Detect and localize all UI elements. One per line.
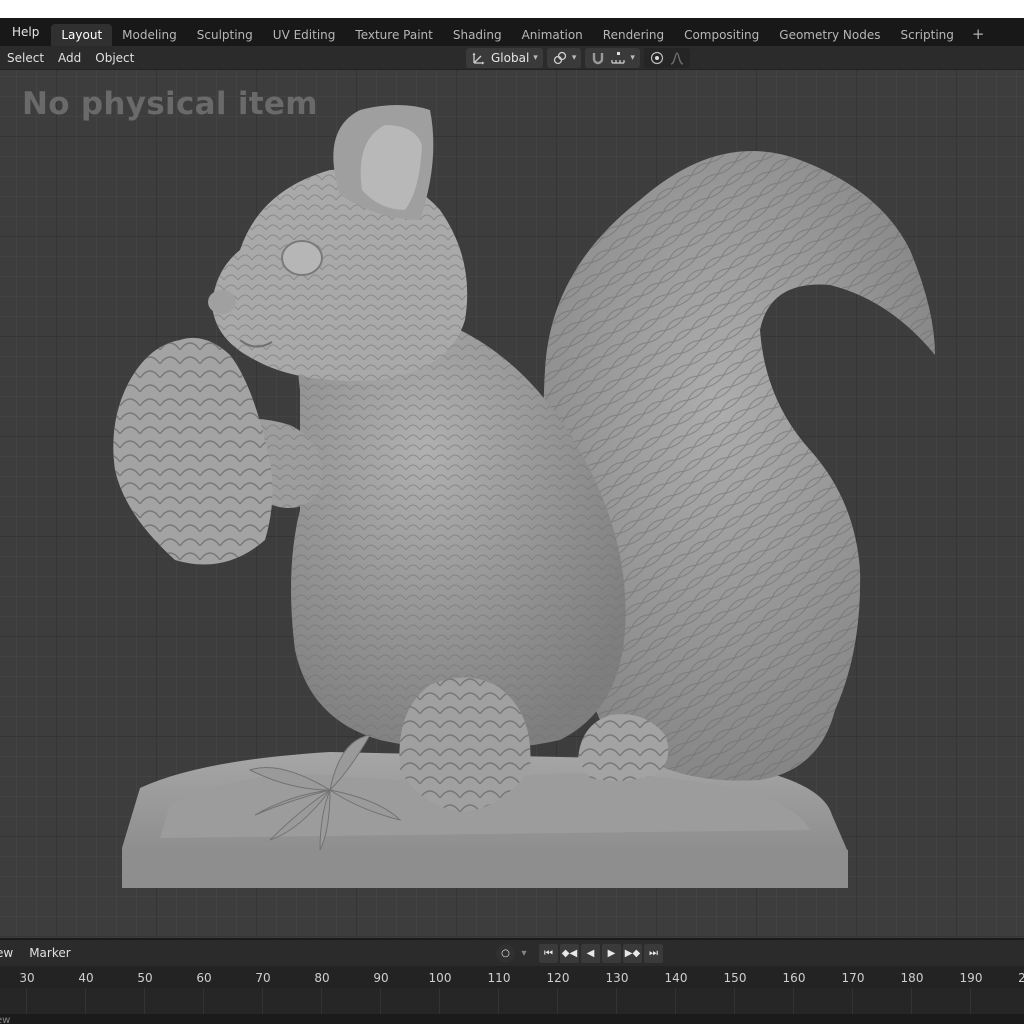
select-menu[interactable]: Select bbox=[0, 51, 51, 65]
frame-tick: 80 bbox=[314, 971, 330, 985]
frame-ruler[interactable]: 30 40 50 60 70 80 90 100 110 120 130 140… bbox=[0, 966, 1024, 988]
view-menu[interactable]: ew bbox=[0, 946, 21, 960]
help-menu[interactable]: Help bbox=[0, 18, 51, 46]
squirrel-sculpt-model bbox=[113, 105, 935, 888]
frame-tick: 60 bbox=[196, 971, 212, 985]
jump-to-start-button[interactable]: ⏮ bbox=[539, 944, 558, 963]
watermark-text: No physical item bbox=[22, 86, 318, 122]
jump-to-prev-keyframe-button[interactable]: ◆◀ bbox=[560, 944, 579, 963]
jump-to-end-button[interactable]: ⏭ bbox=[644, 944, 663, 963]
tab-layout[interactable]: Layout bbox=[51, 24, 113, 46]
frame-tick: 30 bbox=[19, 971, 35, 985]
tab-rendering[interactable]: Rendering bbox=[593, 24, 674, 46]
object-menu[interactable]: Object bbox=[88, 51, 141, 65]
chevron-down-icon: ▾ bbox=[630, 53, 635, 63]
tab-sculpting[interactable]: Sculpting bbox=[187, 24, 263, 46]
tab-uv-editing[interactable]: UV Editing bbox=[263, 24, 346, 46]
play-reverse-button[interactable]: ◀ bbox=[581, 944, 600, 963]
timeline-header: ew Marker ○ ▾ ⏮ ◆◀ ◀ ▶ ▶◆ ⏭ bbox=[0, 938, 1024, 966]
frame-tick: 100 bbox=[428, 971, 452, 985]
tab-scripting[interactable]: Scripting bbox=[891, 24, 964, 46]
frame-tick: 170 bbox=[841, 971, 865, 985]
frame-tick: 2 bbox=[1018, 971, 1024, 985]
next-keyframe-icon: ▶◆ bbox=[624, 948, 641, 959]
status-text: ew bbox=[0, 1015, 11, 1024]
frame-tick: 190 bbox=[959, 971, 983, 985]
jump-start-icon: ⏮ bbox=[544, 948, 553, 959]
frame-tick: 160 bbox=[782, 971, 806, 985]
tab-animation[interactable]: Animation bbox=[512, 24, 593, 46]
window-top-strip bbox=[0, 0, 1024, 18]
add-workspace-button[interactable]: + bbox=[964, 25, 993, 43]
orientation-dropdown[interactable]: Global ▾ bbox=[466, 48, 543, 68]
falloff-curve-icon bbox=[669, 50, 685, 66]
frame-tick: 110 bbox=[487, 971, 511, 985]
workspace-tabs: Layout Modeling Sculpting UV Editing Tex… bbox=[51, 18, 992, 46]
magnet-icon bbox=[590, 50, 606, 66]
frame-tick: 140 bbox=[664, 971, 688, 985]
play-button[interactable]: ▶ bbox=[602, 944, 621, 963]
status-bar: ew bbox=[0, 1014, 1024, 1024]
add-menu[interactable]: Add bbox=[51, 51, 88, 65]
keying-dropdown[interactable]: ▾ bbox=[517, 944, 531, 963]
frame-tick: 40 bbox=[78, 971, 94, 985]
play-reverse-icon: ◀ bbox=[586, 948, 595, 959]
tab-geometry-nodes[interactable]: Geometry Nodes bbox=[769, 24, 890, 46]
play-icon: ▶ bbox=[607, 948, 616, 959]
viewport-header: Select Add Object Global ▾ ▾ ▾ bbox=[0, 46, 1024, 70]
transform-controls: Global ▾ ▾ ▾ bbox=[466, 48, 690, 68]
playback-controls: ○ ▾ ⏮ ◆◀ ◀ ▶ ▶◆ ⏭ bbox=[496, 944, 663, 963]
workspace-bar: Help Layout Modeling Sculpting UV Editin… bbox=[0, 18, 1024, 46]
frame-tick: 130 bbox=[605, 971, 629, 985]
frame-tick: 150 bbox=[723, 971, 747, 985]
tab-modeling[interactable]: Modeling bbox=[112, 24, 187, 46]
jump-end-icon: ⏭ bbox=[649, 948, 658, 959]
chevron-down-icon: ▾ bbox=[571, 53, 577, 63]
frame-tick: 90 bbox=[373, 971, 389, 985]
orientation-label: Global bbox=[491, 51, 530, 65]
frame-tick: 120 bbox=[546, 971, 570, 985]
tab-compositing[interactable]: Compositing bbox=[674, 24, 769, 46]
pivot-link-icon bbox=[552, 50, 568, 66]
proportional-edit-toggle[interactable] bbox=[643, 48, 690, 68]
jump-to-next-keyframe-button[interactable]: ▶◆ bbox=[623, 944, 642, 963]
chevron-down-icon: ▾ bbox=[521, 948, 527, 959]
3d-viewport[interactable]: No physical item bbox=[0, 70, 1024, 938]
prev-keyframe-icon: ◆◀ bbox=[561, 948, 578, 959]
orientation-axes-icon bbox=[471, 50, 487, 66]
frame-tick: 70 bbox=[255, 971, 271, 985]
timeline-track-area[interactable] bbox=[0, 988, 1024, 1014]
pivot-dropdown[interactable]: ▾ bbox=[546, 48, 582, 68]
chevron-down-icon: ▾ bbox=[533, 53, 538, 63]
auto-keying-toggle[interactable]: ○ bbox=[496, 944, 515, 963]
marker-menu[interactable]: Marker bbox=[21, 946, 78, 960]
tab-shading[interactable]: Shading bbox=[443, 24, 512, 46]
record-circle-icon: ○ bbox=[501, 948, 510, 959]
snap-toggle[interactable]: ▾ bbox=[585, 48, 640, 68]
snap-increment-icon bbox=[610, 50, 626, 66]
frame-tick: 50 bbox=[137, 971, 153, 985]
tab-texture-paint[interactable]: Texture Paint bbox=[345, 24, 442, 46]
proportional-circle-icon bbox=[649, 50, 665, 66]
frame-tick: 180 bbox=[900, 971, 924, 985]
